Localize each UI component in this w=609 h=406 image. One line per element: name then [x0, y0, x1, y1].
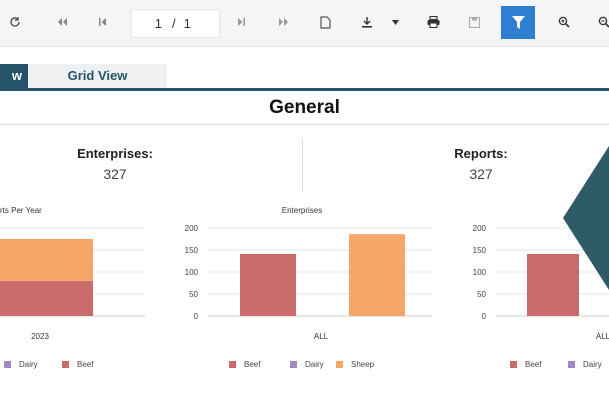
y-tick-label: 50: [189, 290, 198, 299]
filter-icon: [511, 16, 525, 29]
legend-swatch-sheep: [336, 361, 343, 368]
x-category-label: 2023: [31, 332, 49, 341]
page-number-box[interactable]: 1 / 1: [131, 9, 220, 38]
print-icon[interactable]: [422, 10, 444, 34]
zoom-out-icon[interactable]: [593, 10, 609, 34]
bar-sheep: [0, 239, 93, 281]
y-tick-label: 150: [473, 246, 487, 255]
tab-grid-view[interactable]: Grid View: [28, 64, 167, 88]
legend-label-dairy: Dairy: [305, 360, 324, 369]
legend-swatch-dairy: [568, 361, 575, 368]
bar-beef: [0, 280, 93, 316]
first-page-icon[interactable]: [51, 10, 73, 34]
section-title: General: [0, 92, 609, 125]
report-toolbar: 1 / 1: [0, 0, 609, 47]
bar-beef: [240, 253, 296, 316]
y-tick-label: 0: [194, 312, 199, 321]
next-page-icon[interactable]: [230, 10, 252, 34]
y-tick-label: 100: [473, 268, 487, 277]
legend-swatch-beef: [510, 361, 517, 368]
legend-swatch-dairy: [290, 361, 297, 368]
legend-label-dairy: Dairy: [19, 360, 38, 369]
legend-swatch-dairy: [4, 361, 11, 368]
previous-page-icon[interactable]: [92, 10, 114, 34]
reports-label: Reports:: [454, 146, 508, 161]
x-category-label: ALL: [596, 332, 609, 341]
y-tick-label: 150: [185, 246, 199, 255]
chevron-down-icon[interactable]: [384, 10, 406, 34]
legend-swatch-beef: [229, 361, 236, 368]
y-tick-label: 100: [185, 268, 199, 277]
legend-label-beef: Beef: [525, 360, 542, 369]
view-tabs: w Grid View: [0, 64, 609, 91]
tab-chart-view[interactable]: w: [0, 64, 28, 88]
tab-underline: [0, 88, 609, 91]
y-tick-label: 50: [477, 290, 486, 299]
chart-title: Enterprises: [282, 206, 322, 215]
last-page-icon[interactable]: [273, 10, 295, 34]
legend-label-beef: Beef: [244, 360, 261, 369]
enterprises-value: 327: [103, 166, 127, 182]
zoom-in-icon[interactable]: [553, 10, 575, 34]
tab-chart-view-label: w: [11, 68, 22, 83]
refresh-icon[interactable]: [4, 10, 26, 34]
bar-sheep: [349, 234, 405, 316]
download-icon[interactable]: [356, 10, 378, 34]
x-category-label: ALL: [314, 332, 329, 341]
save-icon[interactable]: [463, 10, 485, 34]
legend-label-beef: Beef: [77, 360, 94, 369]
chart-title: rts Per Year: [0, 206, 42, 215]
page-current-input[interactable]: 1: [132, 16, 162, 31]
y-tick-label: 200: [185, 224, 199, 233]
y-tick-label: 0: [482, 312, 487, 321]
legend-swatch-beef: [62, 361, 69, 368]
y-tick-label: 200: [473, 224, 487, 233]
document-icon[interactable]: [314, 10, 336, 34]
legend-label-sheep: Sheep: [351, 360, 375, 369]
collapse-arrow-icon[interactable]: [563, 146, 609, 290]
legend-label-dairy: Dairy: [583, 360, 602, 369]
stats-divider: [302, 139, 303, 191]
enterprises-label: Enterprises:: [77, 146, 153, 161]
reports-value: 327: [469, 166, 493, 182]
charts-area: rts Per Year 2023 Dairy Beef 200 150 100 50 0 Ent…: [0, 206, 609, 369]
page-separator: /: [172, 16, 176, 31]
page-total: 1: [183, 16, 191, 31]
filter-button[interactable]: [501, 6, 535, 39]
